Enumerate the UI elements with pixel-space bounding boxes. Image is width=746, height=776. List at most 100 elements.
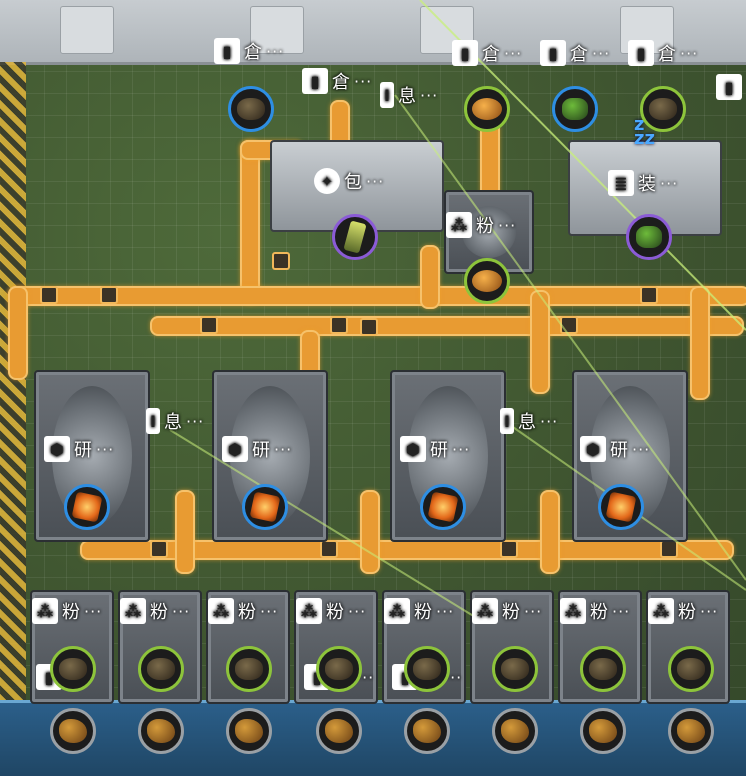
item-bubble[interactable] (492, 646, 538, 692)
powder-text: 粉 (150, 602, 168, 623)
storage-text: 倉 (570, 44, 588, 65)
ore-bubble[interactable] (492, 708, 538, 754)
item-bubble[interactable] (404, 646, 450, 692)
powder-label[interactable]: ⁂ 粉 ··· (560, 598, 630, 624)
item-icon (147, 658, 175, 680)
rest-label[interactable]: I 息 ··· (500, 408, 558, 434)
item-bubble[interactable] (464, 258, 510, 304)
ore-icon (413, 719, 441, 743)
research-label[interactable]: ⬢ 研 ··· (44, 436, 114, 462)
factory-map[interactable]: ▮ 倉 ··· ▮ 倉 ··· ▮ 倉 ··· ▮ 倉 ··· ▮ 倉 ··· ▮ I 息… (0, 0, 746, 776)
storage-label[interactable]: ▮ 倉··· (214, 38, 284, 64)
powder-label[interactable]: ⁂ 粉 ··· (208, 598, 278, 624)
research-label[interactable]: ⬢ 研 ··· (222, 436, 292, 462)
storage-label[interactable]: ▮ (716, 74, 742, 100)
ore-bubble[interactable] (580, 708, 626, 754)
research-icon: ⬢ (44, 436, 70, 462)
item-bubble[interactable] (668, 646, 714, 692)
item-bubble[interactable] (228, 86, 274, 132)
item-icon (562, 98, 588, 120)
item-bubble[interactable] (242, 484, 288, 530)
storage-text: 倉 (244, 42, 262, 63)
storage-label[interactable]: ▮ 倉··· (302, 68, 372, 94)
ellipsis: ··· (632, 439, 651, 459)
ore-bubble[interactable] (316, 708, 362, 754)
ellipsis: ··· (172, 601, 191, 621)
item-bubble[interactable] (580, 646, 626, 692)
item-icon (59, 658, 87, 680)
ellipsis: ··· (680, 43, 699, 63)
research-label[interactable]: ⬢ 研 ··· (400, 436, 470, 462)
storage-label[interactable]: ▮ 倉··· (452, 40, 522, 66)
powder-text: 粉 (502, 602, 520, 623)
powder-icon: ⁂ (472, 598, 498, 624)
powder-text: 粉 (678, 602, 696, 623)
item-icon (249, 491, 281, 523)
item-icon (237, 98, 265, 120)
item-bubble[interactable] (626, 214, 672, 260)
rest-label[interactable]: I 息 ··· (380, 82, 438, 108)
powder-text: 粉 (590, 602, 608, 623)
ore-bubble[interactable] (404, 708, 450, 754)
storage-label[interactable]: ▮ 倉··· (628, 40, 698, 66)
powder-icon: ⁂ (32, 598, 58, 624)
powder-label[interactable]: ⁂ 粉 ··· (472, 598, 542, 624)
item-bubble[interactable] (464, 86, 510, 132)
storage-icon: ▮ (540, 40, 566, 66)
item-icon (235, 658, 263, 680)
pack-label[interactable]: ✦ 包 ··· (314, 168, 384, 194)
research-text: 研 (610, 440, 628, 461)
item-bubble[interactable] (552, 86, 598, 132)
item-bubble[interactable] (316, 646, 362, 692)
pack-icon: ✦ (314, 168, 340, 194)
equip-label[interactable]: ≣ 装 ··· (608, 170, 678, 196)
storage-icon: ▮ (214, 38, 240, 64)
ore-icon (501, 719, 529, 743)
equip-icon: ≣ (608, 170, 634, 196)
research-text: 研 (430, 440, 448, 461)
item-bubble[interactable] (138, 646, 184, 692)
rest-text: 息 (398, 86, 416, 107)
powder-label[interactable]: ⁂ 粉 ··· (648, 598, 718, 624)
item-icon (413, 658, 441, 680)
ellipsis: ··· (84, 601, 103, 621)
item-bubble[interactable] (226, 646, 272, 692)
pack-text: 包 (344, 172, 362, 193)
ellipsis: ··· (348, 601, 367, 621)
ellipsis: ··· (452, 439, 471, 459)
powder-icon: ⁂ (560, 598, 586, 624)
rest-label[interactable]: I 息 ··· (146, 408, 204, 434)
ore-bubble[interactable] (226, 708, 272, 754)
item-bubble[interactable] (640, 86, 686, 132)
powder-label[interactable]: ⁂ 粉 ··· (120, 598, 190, 624)
ellipsis: ··· (260, 601, 279, 621)
item-bubble[interactable] (420, 484, 466, 530)
ore-icon (589, 719, 617, 743)
ore-bubble[interactable] (668, 708, 714, 754)
powder-label[interactable]: ⁂ 粉 ··· (384, 598, 454, 624)
ellipsis: ··· (96, 439, 115, 459)
ellipsis: ··· (274, 439, 293, 459)
powder-text: 粉 (326, 602, 344, 623)
research-icon: ⬢ (400, 436, 426, 462)
powder-icon: ⁂ (296, 598, 322, 624)
ore-bubble[interactable] (138, 708, 184, 754)
item-bubble[interactable] (332, 214, 378, 260)
storage-text: 倉 (332, 72, 350, 93)
item-bubble[interactable] (598, 484, 644, 530)
powder-label[interactable]: ⁂ 粉 ··· (446, 212, 516, 238)
research-label[interactable]: ⬢ 研 ··· (580, 436, 650, 462)
powder-text: 粉 (414, 602, 432, 623)
ore-icon (325, 719, 353, 743)
powder-label[interactable]: ⁂ 粉 ··· (32, 598, 102, 624)
ellipsis: ··· (420, 85, 439, 105)
ellipsis: ··· (612, 601, 631, 621)
ellipsis: ··· (436, 601, 455, 621)
item-icon (501, 658, 529, 680)
item-bubble[interactable] (50, 646, 96, 692)
storage-label[interactable]: ▮ 倉··· (540, 40, 610, 66)
item-bubble[interactable] (64, 484, 110, 530)
powder-label[interactable]: ⁂ 粉 ··· (296, 598, 366, 624)
ore-bubble[interactable] (50, 708, 96, 754)
ore-icon (59, 719, 87, 743)
